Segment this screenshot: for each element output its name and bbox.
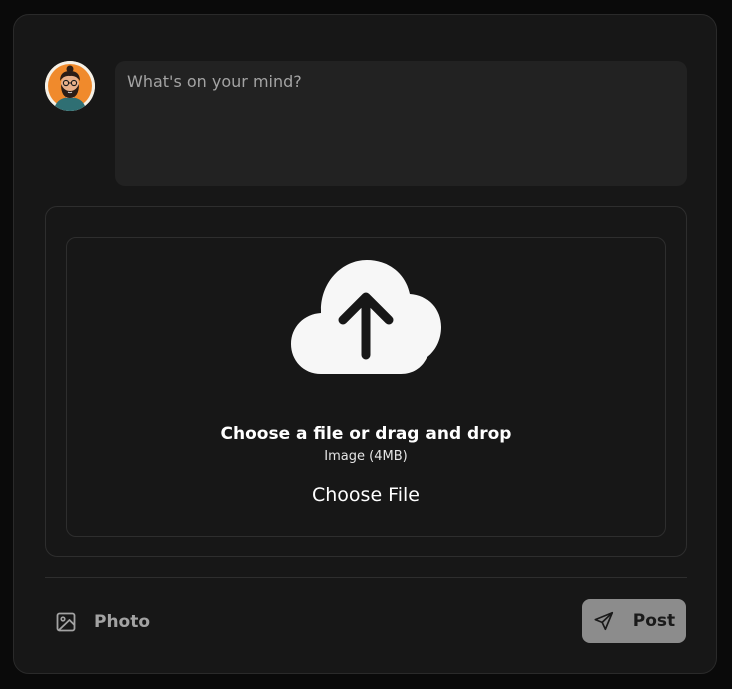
- dropzone[interactable]: Choose a file or drag and drop Image (4M…: [66, 237, 666, 537]
- divider: [45, 577, 687, 578]
- avatar: [45, 61, 95, 111]
- upload-area: Choose a file or drag and drop Image (4M…: [45, 206, 687, 557]
- cloud-upload-icon: [291, 260, 441, 374]
- post-text-input[interactable]: [125, 69, 677, 178]
- choose-file-button[interactable]: Choose File: [303, 480, 429, 510]
- create-post-card: Choose a file or drag and drop Image (4M…: [13, 14, 717, 674]
- image-icon: [54, 610, 78, 634]
- user-avatar-illustration: [45, 61, 95, 111]
- send-icon: [593, 610, 615, 632]
- post-composer[interactable]: [115, 61, 687, 186]
- upload-file-limit: Image (4MB): [324, 449, 408, 464]
- post-button-label: Post: [632, 611, 676, 631]
- photo-button[interactable]: Photo: [54, 609, 150, 635]
- post-button[interactable]: Post: [582, 599, 686, 643]
- photo-button-label: Photo: [94, 612, 151, 632]
- upload-title: Choose a file or drag and drop: [220, 424, 512, 444]
